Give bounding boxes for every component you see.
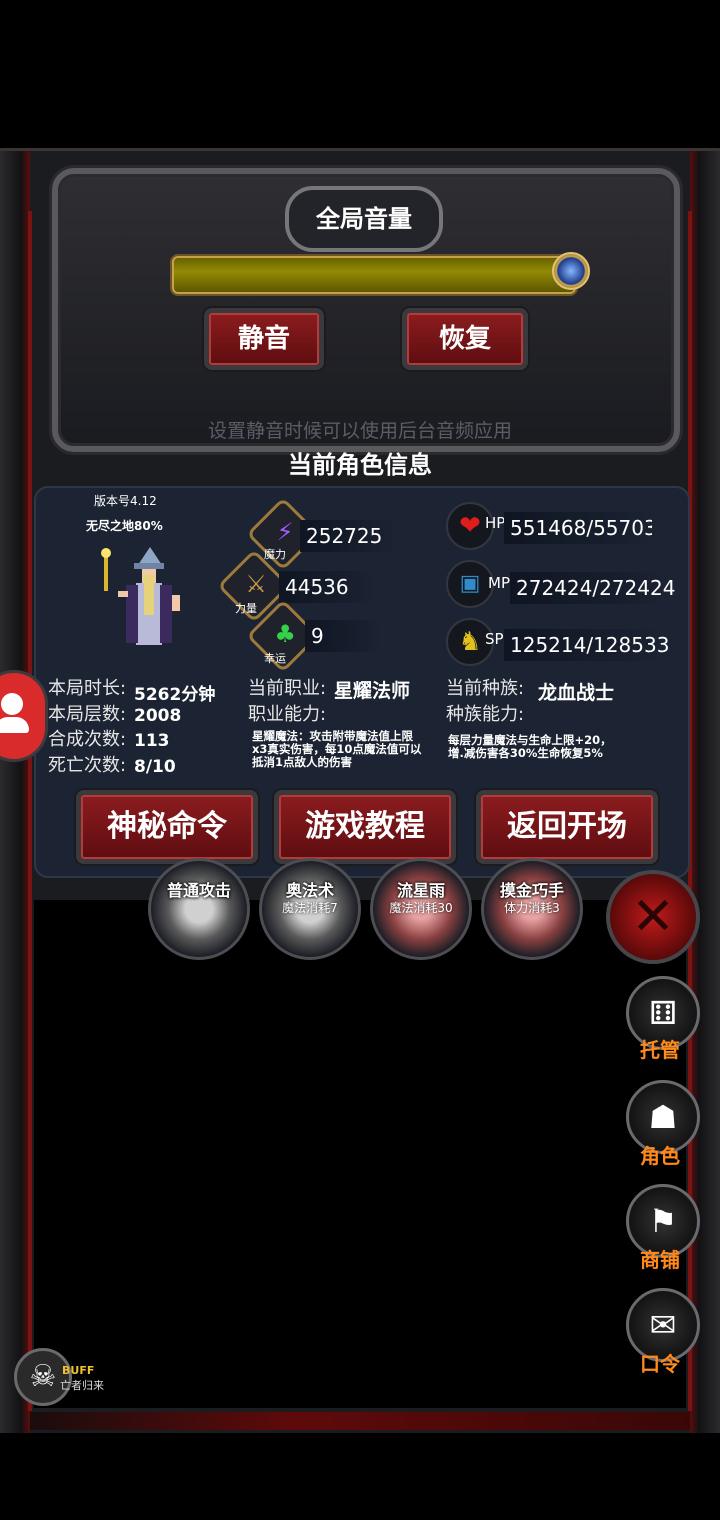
stat-row-floors: 本局层数: 2008 (48, 700, 181, 726)
sword-icon: ⚔ (245, 569, 267, 598)
frame-right-edge (690, 151, 720, 1433)
luck-value: 9 (305, 620, 381, 652)
stat-value: 5262分钟 (134, 685, 216, 705)
user-icon (1, 693, 23, 715)
battle-area (34, 900, 686, 1408)
stat-label: 本局时长: (48, 678, 127, 699)
strength-label: 力量 (235, 602, 257, 615)
stat-label: 死亡次数: (48, 755, 127, 776)
race-ability-desc: 每层力量魔法与生命上限+20，增.减伤害各30%生命恢复5% (448, 733, 612, 760)
race-ability-label: 种族能力: (446, 704, 525, 725)
volume-slider-knob[interactable] (552, 252, 590, 290)
race-value: 龙血战士 (538, 682, 615, 704)
job-label: 当前职业: (248, 678, 327, 699)
skill-normal-attack[interactable]: 普通攻击 (148, 858, 250, 960)
mana-icon: ▣ (446, 560, 494, 608)
luck-label: 幸运 (264, 652, 286, 665)
version-label: 版本号4.12 (94, 494, 157, 508)
volume-slider[interactable] (172, 256, 576, 294)
stat-row-crafts: 合成次数: 113 (48, 725, 170, 751)
magic-value: 252725 (300, 520, 396, 552)
volume-title: 全局音量 (285, 186, 443, 252)
skill-meteor[interactable]: 流星雨 魔法消耗30 (370, 858, 472, 960)
auto-label[interactable]: 托管 (624, 1034, 696, 1063)
race-label: 当前种族: (446, 678, 525, 699)
character-label[interactable]: 角色 (624, 1140, 696, 1169)
mode-label: 无尽之地80% (86, 519, 163, 533)
hp-value: 551468/557038 (504, 512, 652, 544)
stat-row-time: 本局时长: 5262分钟 (48, 674, 215, 705)
stat-label: 合成次数: (48, 729, 127, 750)
code-label[interactable]: 口令 (624, 1348, 696, 1377)
skill-gold-hand[interactable]: 摸金巧手 体力消耗3 (481, 858, 583, 960)
skill-arcane[interactable]: 奥法术 魔法消耗7 (259, 858, 361, 960)
return-start-button[interactable]: 返回开场 (476, 790, 658, 864)
buff-name: 亡者归来 (60, 1379, 104, 1392)
buff-label: BUFF (62, 1364, 95, 1377)
skill-cost: 魔法消耗7 (282, 901, 338, 915)
skill-name: 流星雨 (396, 881, 445, 900)
clover-icon: ♣ (274, 619, 296, 648)
stat-label: 本局层数: (48, 704, 127, 725)
skill-cost: 体力消耗3 (504, 901, 560, 915)
shop-label[interactable]: 商铺 (624, 1244, 696, 1273)
skill-name: 奥法术 (285, 881, 334, 900)
bottom-bar (30, 1412, 690, 1430)
character-sprite (100, 545, 188, 655)
secret-command-button[interactable]: 神秘命令 (76, 790, 258, 864)
tutorial-button[interactable]: 游戏教程 (274, 790, 456, 864)
sp-value: 125214/128533 (504, 629, 669, 661)
stat-value: 113 (134, 731, 170, 751)
job-ability-label: 职业能力: (248, 704, 327, 725)
magic-label: 魔力 (264, 548, 286, 561)
info-title: 当前角色信息 (288, 451, 432, 479)
avatar-tab[interactable] (0, 670, 48, 762)
close-icon[interactable]: ✕ (606, 870, 700, 964)
restore-button[interactable]: 恢复 (402, 308, 528, 370)
skill-cost: 魔法消耗30 (389, 901, 453, 915)
frame-red-trim-left (28, 211, 32, 1411)
stat-value: 2008 (134, 706, 182, 726)
strength-value: 44536 (279, 571, 375, 603)
skill-name: 普通攻击 (166, 881, 231, 900)
stat-row-deaths: 死亡次数: 8/10 (48, 751, 176, 777)
mute-button[interactable]: 静音 (204, 308, 324, 370)
stat-value: 8/10 (134, 757, 176, 777)
volume-hint: 设置静音时候可以使用后台音频应用 (207, 420, 512, 442)
mp-value: 272424/272424 (510, 572, 675, 604)
frame-left-edge (0, 151, 30, 1433)
job-value: 星耀法师 (334, 680, 411, 702)
skill-name: 摸金巧手 (499, 881, 564, 900)
job-ability-desc: 星耀魔法：攻击附带魔法值上限x3真实伤害，每10点魔法值可以抵消1点敌人的伤害 (252, 729, 422, 769)
